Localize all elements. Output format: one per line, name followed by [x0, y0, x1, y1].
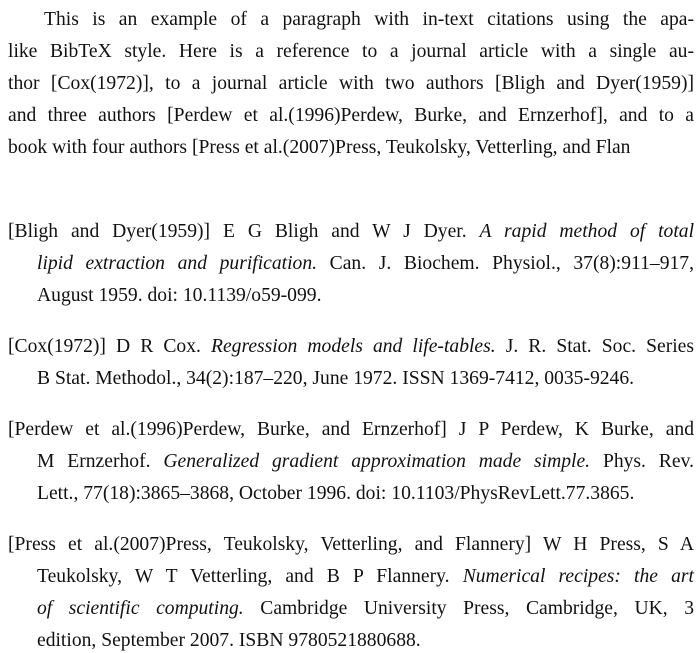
- bib-authors: J P Perdew, K Burke, and: [458, 419, 695, 440]
- bib-authors: E G Bligh and W J Dyer.: [222, 221, 467, 242]
- bib-entry-line: M Ernzerhof. Generalized gradient approx…: [37, 450, 694, 474]
- bib-entry-line: August 1959. doi: 10.1139/o59-099.: [37, 285, 322, 306]
- bib-label: [Bligh and Dyer(1959)]: [8, 221, 211, 242]
- bib-label: [Press et al.(2007)Press, Teukolsky, Vet…: [8, 534, 532, 555]
- bib-entry-line: edition, September 2007. ISBN 9780521880…: [37, 630, 421, 651]
- bib-title: lipid extraction and purification.: [37, 253, 318, 274]
- bib-entry-line: B Stat. Methodol., 34(2):187–220, June 1…: [37, 368, 635, 389]
- bib-authors: D R Cox.: [116, 336, 201, 357]
- bib-authors: M Ernzerhof.: [37, 451, 151, 472]
- bib-title: A rapid method of total: [479, 221, 695, 242]
- bib-entry-line: Lett., 77(18):3865–3868, October 1996. d…: [37, 483, 635, 504]
- bib-entry-line: [Cox(1972)] D R Cox. Regression models a…: [8, 335, 694, 359]
- bib-authors: Teukolsky, W T Vetterling, and B P Flann…: [37, 566, 450, 587]
- bib-venue: Phys. Rev.: [602, 451, 694, 472]
- bib-title: of scientific computing.: [37, 598, 244, 619]
- bib-entry-line: lipid extraction and purification. Can. …: [37, 252, 694, 276]
- bib-entry-line: [Press et al.(2007)Press, Teukolsky, Vet…: [8, 533, 694, 557]
- bib-entry-line: [Perdew et al.(1996)Perdew, Burke, and E…: [8, 418, 694, 442]
- paragraph-line: thor [Cox(1972)], to a journal article w…: [8, 73, 694, 94]
- bib-label: [Perdew et al.(1996)Perdew, Burke, and E…: [8, 419, 447, 440]
- bib-authors: W H Press, S A: [542, 534, 694, 555]
- paragraph-line: like BibTeX style. Here is a reference t…: [8, 41, 694, 62]
- bib-publisher: Cambridge University Press, Cambridge, U…: [260, 598, 694, 619]
- bib-title: Regression models and life-tables.: [210, 336, 496, 357]
- bib-venue: Can. J. Biochem. Physiol., 37(8):911–917…: [329, 253, 695, 274]
- bib-entry-line: of scientific computing. Cambridge Unive…: [37, 597, 694, 621]
- bib-title: Numerical recipes: the art: [462, 566, 694, 587]
- bib-venue: J. R. Stat. Soc. Series: [505, 336, 694, 357]
- bib-label: [Cox(1972)]: [8, 336, 106, 357]
- paragraph-line: This is an example of a paragraph with i…: [44, 9, 694, 30]
- bib-entry-line: [Bligh and Dyer(1959)] E G Bligh and W J…: [8, 220, 694, 244]
- paragraph-line-overflow: book with four authors [Press et al.(200…: [8, 137, 631, 158]
- paragraph-line: and three authors [Perdew et al.(1996)Pe…: [8, 105, 694, 126]
- bib-title: Generalized gradient approximation made …: [163, 451, 591, 472]
- bib-entry-line: Teukolsky, W T Vetterling, and B P Flann…: [37, 565, 694, 589]
